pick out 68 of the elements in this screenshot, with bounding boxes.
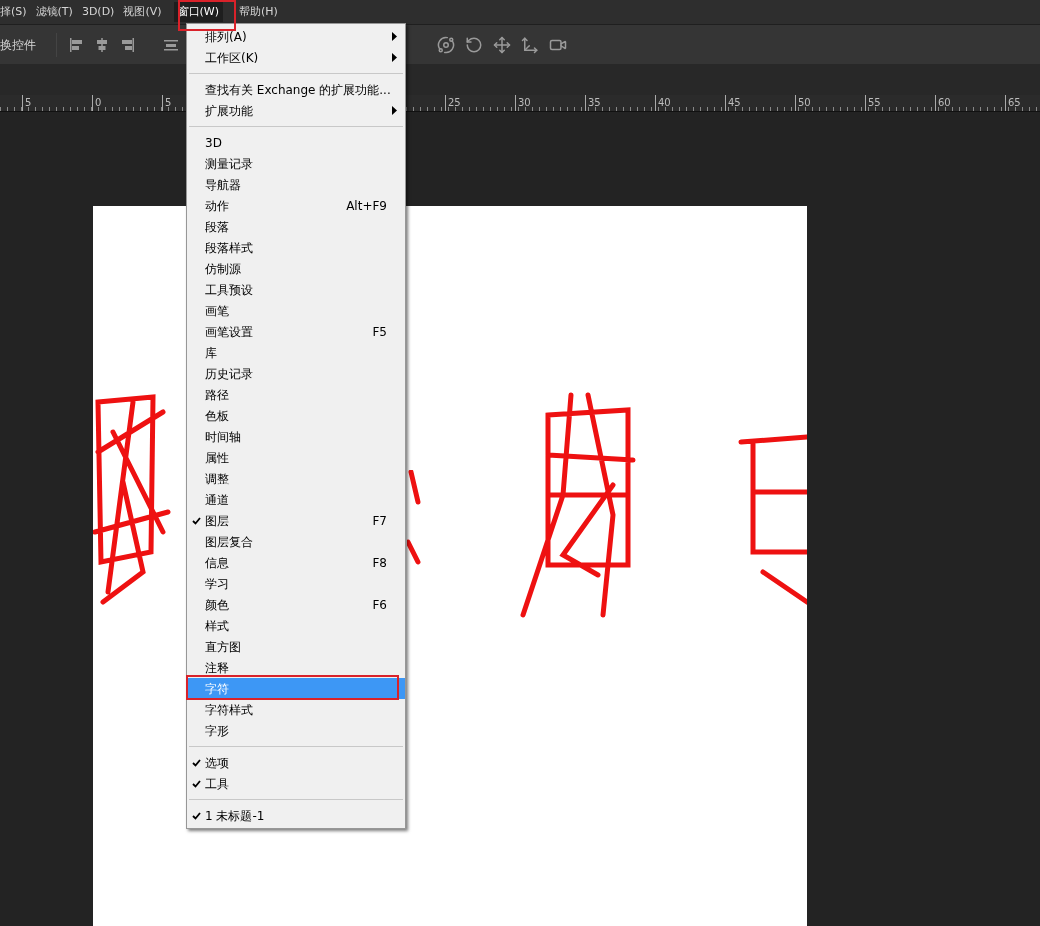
align-left-icon[interactable]: [69, 36, 85, 53]
ruler-label: 0: [94, 97, 102, 108]
menu-item[interactable]: 画笔: [187, 300, 405, 321]
menu-item[interactable]: 库: [187, 342, 405, 363]
menu-item[interactable]: 图层复合: [187, 531, 405, 552]
menu-item[interactable]: 调整: [187, 468, 405, 489]
ruler-label: 25: [447, 97, 461, 108]
menu-item[interactable]: 时间轴: [187, 426, 405, 447]
align-center-icon[interactable]: [94, 36, 110, 53]
menu-item[interactable]: 1 未标题-1: [187, 805, 405, 826]
annotation-box: [178, 0, 236, 31]
ruler-label: 5: [24, 97, 32, 108]
checkmark-icon: [191, 811, 201, 820]
menu-item[interactable]: 属性: [187, 447, 405, 468]
menu-bar-item[interactable]: 3D(D): [77, 2, 119, 22]
menu-item[interactable]: 图层 F7: [187, 510, 405, 531]
ruler-label: 55: [867, 97, 881, 108]
menu-item[interactable]: 通道: [187, 489, 405, 510]
menu-item[interactable]: 工具预设: [187, 279, 405, 300]
ruler-label: 50: [797, 97, 811, 108]
menu-item[interactable]: 画笔设置 F5: [187, 321, 405, 342]
menu-item[interactable]: 历史记录: [187, 363, 405, 384]
menu-item[interactable]: 3D: [187, 132, 405, 153]
menu-bar-item[interactable]: 滤镜(T): [31, 2, 77, 22]
align-right-icon[interactable]: [119, 36, 135, 53]
menu-item[interactable]: 工作区(K): [187, 47, 405, 68]
ruler-label: 45: [727, 97, 741, 108]
menu-item[interactable]: 颜色 F6: [187, 594, 405, 615]
checkmark-icon: [191, 516, 201, 525]
menu-item[interactable]: 仿制源: [187, 258, 405, 279]
menu-item[interactable]: 工具: [187, 773, 405, 794]
menu-item[interactable]: 动作 Alt+F9: [187, 195, 405, 216]
shortcut-text: Alt+F9: [346, 197, 387, 215]
ruler-label: 5: [164, 97, 172, 108]
menu-item[interactable]: 色板: [187, 405, 405, 426]
menu-item[interactable]: 段落: [187, 216, 405, 237]
menu-item[interactable]: 选项: [187, 752, 405, 773]
ruler-label: 40: [657, 97, 671, 108]
rotate-icon[interactable]: [465, 35, 483, 54]
menu-bar-item[interactable]: 视图(V): [119, 2, 166, 22]
menu-item[interactable]: 直方图: [187, 636, 405, 657]
checkmark-icon: [191, 779, 201, 788]
shortcut-text: F7: [372, 512, 387, 530]
menu-item[interactable]: 扩展功能: [187, 100, 405, 121]
shortcut-text: F6: [372, 596, 387, 614]
ruler-label: 60: [937, 97, 951, 108]
menu-item[interactable]: 段落样式: [187, 237, 405, 258]
menu-item[interactable]: 查找有关 Exchange 的扩展功能...: [187, 79, 405, 100]
ruler-label: 65: [1007, 97, 1021, 108]
menu-item[interactable]: 信息 F8: [187, 552, 405, 573]
move-icon[interactable]: [493, 35, 511, 54]
menu-bar-item[interactable]: 帮助(H): [235, 2, 282, 22]
ruler-label: 30: [517, 97, 531, 108]
shortcut-text: F8: [372, 554, 387, 572]
menu-item[interactable]: 学习: [187, 573, 405, 594]
menu-item[interactable]: 字形: [187, 720, 405, 741]
shortcut-text: F5: [372, 323, 387, 341]
ruler-label: 35: [587, 97, 601, 108]
menu-item[interactable]: 字符样式: [187, 699, 405, 720]
menu-item[interactable]: 注释: [187, 657, 405, 678]
menu-item[interactable]: 路径: [187, 384, 405, 405]
checkmark-icon: [191, 758, 201, 767]
options-label: 换控件: [0, 36, 36, 54]
menu-item[interactable]: 导航器: [187, 174, 405, 195]
menu-item[interactable]: 样式: [187, 615, 405, 636]
menu-bar-item[interactable]: 择(S): [0, 2, 31, 22]
menu-item[interactable]: 测量记录: [187, 153, 405, 174]
menu-item[interactable]: 排列(A): [187, 26, 405, 47]
